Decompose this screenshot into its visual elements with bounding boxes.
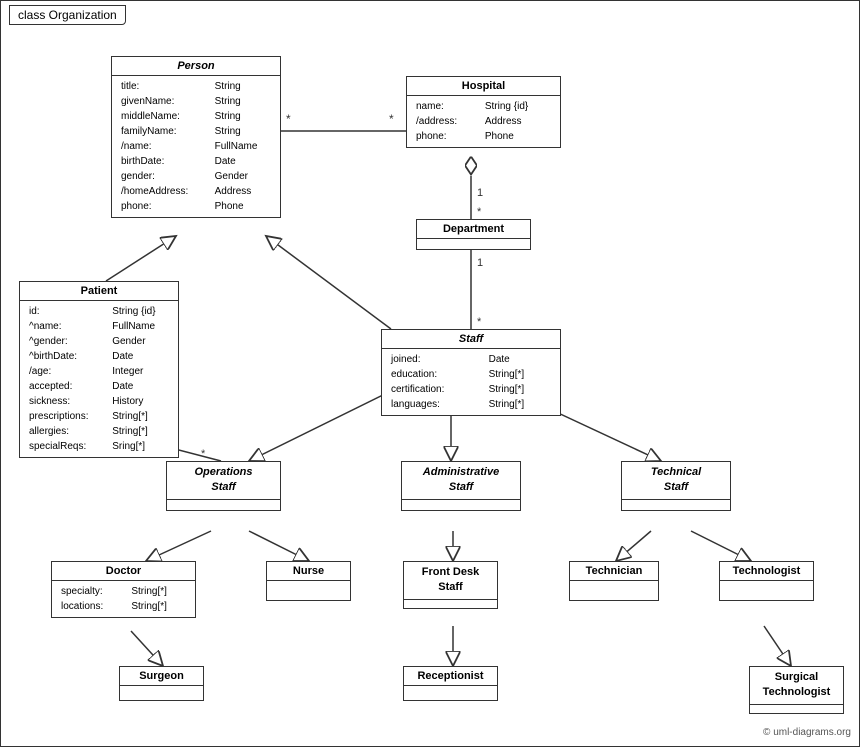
hospital-body: name:String {id} /address:Address phone:… <box>407 96 560 147</box>
receptionist-body <box>404 686 497 694</box>
doctor-body: specialty:String[*] locations:String[*] <box>52 581 195 617</box>
person-body: title:String givenName:String middleName… <box>112 76 280 217</box>
front-desk-staff-class: Front DeskStaff <box>403 561 498 609</box>
front-desk-staff-body <box>404 600 497 608</box>
staff-header: Staff <box>382 330 560 349</box>
patient-class: Patient id:String {id} ^name:FullName ^g… <box>19 281 179 458</box>
operations-staff-body <box>167 500 280 508</box>
technical-staff-body <box>622 500 730 508</box>
technologist-class: Technologist <box>719 561 814 601</box>
technical-staff-class: TechnicalStaff <box>621 461 731 511</box>
department-body <box>417 239 530 249</box>
staff-class: Staff joined:Date education:String[*] ce… <box>381 329 561 416</box>
diagram-container: class Organization * * 1 * <box>0 0 860 747</box>
svg-text:*: * <box>286 112 291 126</box>
department-header: Department <box>417 220 530 239</box>
diagram-title: class Organization <box>9 5 126 25</box>
svg-text:*: * <box>477 316 482 328</box>
svg-text:1: 1 <box>477 257 483 269</box>
surgeon-class: Surgeon <box>119 666 204 701</box>
hospital-header: Hospital <box>407 77 560 96</box>
svg-text:*: * <box>201 448 206 460</box>
svg-text:*: * <box>477 206 482 218</box>
staff-body: joined:Date education:String[*] certific… <box>382 349 560 415</box>
surgical-technologist-class: SurgicalTechnologist <box>749 666 844 714</box>
person-class: Person title:String givenName:String mid… <box>111 56 281 218</box>
technician-body <box>570 581 658 589</box>
svg-text:*: * <box>389 112 394 126</box>
patient-header: Patient <box>20 282 178 301</box>
technologist-body <box>720 581 813 589</box>
svg-text:1: 1 <box>477 187 483 199</box>
administrative-staff-body <box>402 500 520 508</box>
patient-body: id:String {id} ^name:FullName ^gender:Ge… <box>20 301 178 457</box>
receptionist-header: Receptionist <box>404 667 497 686</box>
hospital-class: Hospital name:String {id} /address:Addre… <box>406 76 561 148</box>
doctor-class: Doctor specialty:String[*] locations:Str… <box>51 561 196 618</box>
technician-header: Technician <box>570 562 658 581</box>
administrative-staff-class: AdministrativeStaff <box>401 461 521 511</box>
surgical-technologist-body <box>750 705 843 713</box>
surgical-technologist-header: SurgicalTechnologist <box>750 667 843 705</box>
receptionist-class: Receptionist <box>403 666 498 701</box>
copyright: © uml-diagrams.org <box>763 727 851 738</box>
nurse-class: Nurse <box>266 561 351 601</box>
doctor-header: Doctor <box>52 562 195 581</box>
operations-staff-class: OperationsStaff <box>166 461 281 511</box>
surgeon-body <box>120 686 203 694</box>
department-class: Department <box>416 219 531 250</box>
nurse-header: Nurse <box>267 562 350 581</box>
technical-staff-header: TechnicalStaff <box>622 462 730 500</box>
administrative-staff-header: AdministrativeStaff <box>402 462 520 500</box>
technologist-header: Technologist <box>720 562 813 581</box>
front-desk-staff-header: Front DeskStaff <box>404 562 497 600</box>
operations-staff-header: OperationsStaff <box>167 462 280 500</box>
surgeon-header: Surgeon <box>120 667 203 686</box>
technician-class: Technician <box>569 561 659 601</box>
person-header: Person <box>112 57 280 76</box>
nurse-body <box>267 581 350 589</box>
